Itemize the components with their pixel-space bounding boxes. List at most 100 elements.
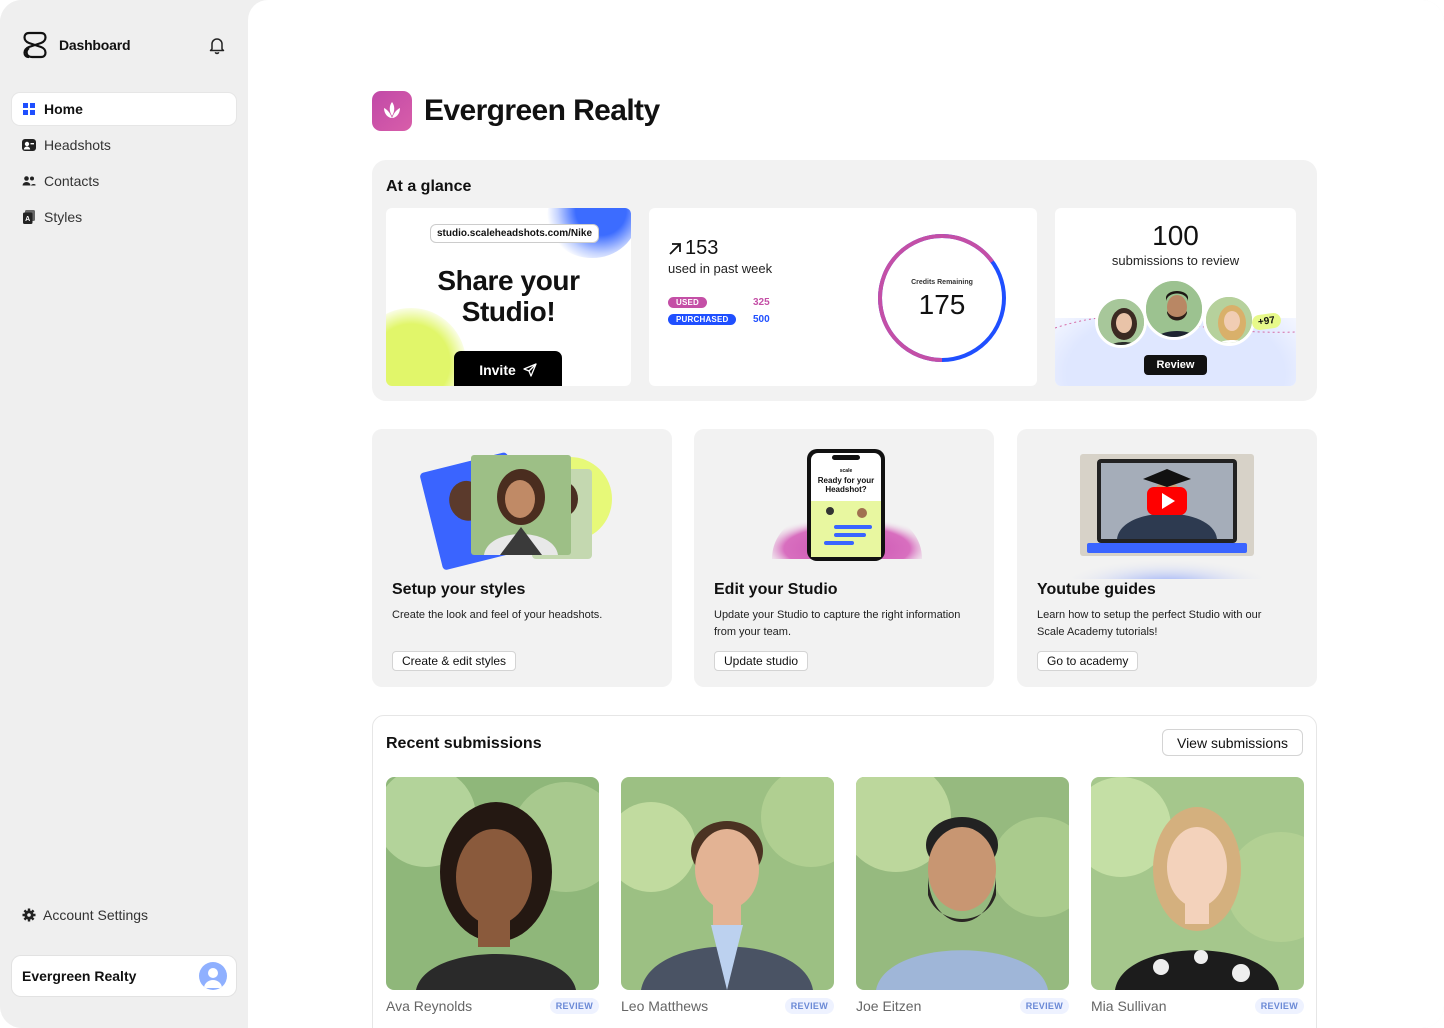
at-a-glance-panel: At a glance studio.scaleheadshots.com/Ni… (372, 160, 1317, 401)
share-title-line: Studio! (461, 296, 556, 327)
sidebar-item-headshots[interactable]: Headshots (12, 129, 236, 161)
reviewer-avatar (1143, 278, 1205, 340)
headshot-photo (621, 777, 834, 990)
sidebar-item-home[interactable]: Home (12, 93, 236, 125)
headshot-icon (22, 138, 36, 152)
send-icon (523, 363, 537, 377)
submission-meta: Joe Eitzen REVIEW (856, 998, 1069, 1014)
feature-card-styles: Setup your styles Create the look and fe… (372, 429, 672, 687)
sidebar: Dashboard Home Headshots Contacts A Styl… (0, 0, 248, 1028)
svg-text:Headshot?: Headshot? (825, 485, 866, 494)
reviewer-avatar (1203, 294, 1255, 346)
gear-icon (22, 908, 36, 922)
section-title: Recent submissions (386, 735, 542, 752)
styles-illustration (372, 429, 672, 579)
org-name: Evergreen Realty (22, 968, 137, 984)
studio-url[interactable]: studio.scaleheadshots.com/Nike (430, 224, 600, 243)
style-icon: A (22, 210, 36, 224)
invite-button[interactable]: Invite (454, 351, 562, 386)
app-window: Dashboard Home Headshots Contacts A Styl… (0, 0, 1444, 1028)
brand-title: Dashboard (59, 37, 131, 53)
review-status-badge[interactable]: REVIEW (1019, 998, 1069, 1014)
bell-icon[interactable] (207, 35, 227, 55)
feature-title: Youtube guides (1037, 581, 1156, 598)
review-caption: submissions to review (1111, 253, 1240, 268)
feature-title: Setup your styles (392, 581, 526, 598)
submission-name: Joe Eitzen (856, 998, 922, 1014)
org-header: Evergreen Realty (372, 91, 660, 131)
used-count: 153 (668, 237, 772, 260)
submission-name: Mia Sullivan (1091, 998, 1167, 1014)
studio-illustration: scale Ready for your Headshot? (694, 429, 994, 579)
review-card: 100 submissions to review +97 Review (1055, 208, 1296, 386)
headshot-photo (856, 777, 1069, 990)
brand[interactable]: Dashboard (20, 30, 131, 60)
scale-logo-icon (23, 31, 47, 59)
legend-purchased: PURCHASED 500 (668, 314, 770, 325)
headshot-photo (386, 777, 599, 990)
submission-meta: Mia Sullivan REVIEW (1091, 998, 1304, 1014)
sidebar-item-label: Styles (44, 209, 83, 225)
review-status-badge[interactable]: REVIEW (1254, 998, 1304, 1014)
submission-card[interactable]: Leo Matthews REVIEW (621, 777, 834, 1014)
main-content: Evergreen Realty At a glance studio.scal… (248, 0, 1444, 1028)
used-caption: used in past week (668, 261, 773, 276)
feature-description: Create the look and feel of your headsho… (392, 609, 603, 621)
recent-submissions-panel: Recent submissions View submissions Ava … (372, 715, 1317, 1028)
reviewer-avatar (1095, 296, 1147, 348)
share-studio-card: studio.scaleheadshots.com/Nike Share you… (386, 208, 631, 386)
section-title: At a glance (386, 178, 472, 195)
users-icon (22, 174, 36, 188)
credits-card: 153 used in past week USED 325 PURCHASED… (649, 208, 1037, 386)
share-title-line: Share your (437, 265, 580, 296)
feature-title: Edit your Studio (714, 581, 838, 598)
sidebar-item-label: Contacts (44, 173, 100, 189)
phone-text: Ready for your (818, 476, 874, 485)
account-settings-label: Account Settings (43, 907, 149, 923)
grid-icon (22, 102, 36, 116)
review-count: 100 (1152, 220, 1199, 251)
submission-meta: Ava Reynolds REVIEW (386, 998, 599, 1014)
submission-name: Leo Matthews (621, 998, 709, 1014)
view-submissions-button[interactable]: View submissions (1161, 729, 1303, 756)
feature-description: Update your Studio to capture the right … (714, 609, 961, 638)
invite-label: Invite (479, 362, 516, 378)
review-status-badge[interactable]: REVIEW (549, 998, 599, 1014)
review-button[interactable]: Review (1144, 355, 1207, 375)
used-value: 325 (753, 297, 770, 308)
update-studio-button[interactable]: Update studio (714, 651, 809, 671)
legend-used: USED 325 (668, 297, 770, 308)
user-avatar-icon (204, 968, 222, 988)
avatar[interactable] (199, 962, 227, 990)
submission-card[interactable]: Joe Eitzen REVIEW (856, 777, 1069, 1014)
ring-label: Credits Remaining (911, 279, 973, 286)
submission-card[interactable]: Mia Sullivan REVIEW (1091, 777, 1304, 1014)
submission-name: Ava Reynolds (386, 998, 473, 1014)
purchased-pill: PURCHASED (668, 314, 737, 325)
arrow-up-right-icon (669, 242, 681, 255)
phone-brand: scale (840, 468, 853, 474)
youtube-illustration (1017, 429, 1317, 592)
feature-description: Learn how to setup the perfect Studio wi… (1037, 609, 1262, 638)
svg-text:A: A (25, 216, 30, 223)
submission-card[interactable]: Ava Reynolds REVIEW (386, 777, 599, 1014)
account-settings-link[interactable]: Account Settings (22, 907, 148, 923)
used-pill: USED (668, 297, 708, 308)
credits-ring: Credits Remaining 175 (877, 233, 1007, 363)
headshot-photo (1091, 777, 1304, 990)
go-to-academy-button[interactable]: Go to academy (1037, 651, 1139, 671)
review-status-badge[interactable]: REVIEW (784, 998, 834, 1014)
sidebar-item-label: Headshots (44, 137, 111, 153)
credits-remaining-value: 175 (918, 289, 966, 320)
sidebar-item-contacts[interactable]: Contacts (12, 165, 236, 197)
org-switcher[interactable]: Evergreen Realty (12, 956, 236, 996)
purchased-value: 500 (753, 314, 770, 325)
feature-card-studio: scale Ready for your Headshot? Edit your… (694, 429, 994, 687)
sidebar-nav: Home Headshots Contacts A Styles (12, 93, 236, 237)
page-title: Evergreen Realty (424, 94, 660, 127)
sidebar-item-label: Home (44, 101, 83, 117)
share-title: Share your Studio! (386, 265, 631, 327)
sidebar-item-styles[interactable]: A Styles (12, 201, 236, 233)
create-edit-styles-button[interactable]: Create & edit styles (392, 651, 517, 671)
usage-summary: 153 used in past week (668, 237, 772, 276)
